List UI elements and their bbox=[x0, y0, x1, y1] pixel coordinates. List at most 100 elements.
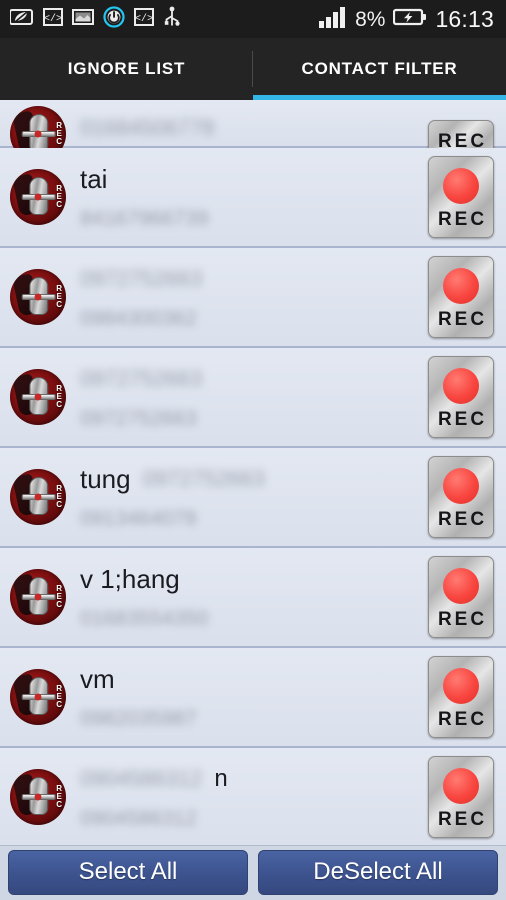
record-dot-icon bbox=[443, 368, 479, 404]
contact-row[interactable]: R E C 0972752663 0972752663 REC bbox=[0, 348, 506, 448]
contact-phone-secondary-redacted: 0972752663 bbox=[80, 407, 197, 430]
code-tag-icon: </> bbox=[43, 7, 63, 32]
battery-charging-icon bbox=[393, 7, 427, 32]
contact-primary-line: vm bbox=[80, 665, 418, 693]
microphone-dot-shape bbox=[34, 293, 42, 301]
select-all-button[interactable]: Select All bbox=[8, 849, 248, 895]
call-recorder-avatar: REC bbox=[10, 669, 66, 725]
microphone-dot-shape bbox=[34, 793, 42, 801]
bottom-action-bar: Select All DeSelect All bbox=[0, 845, 506, 900]
record-toggle-button[interactable]: REC bbox=[428, 656, 494, 738]
record-button-label: REC bbox=[437, 409, 488, 430]
signal-bars-icon bbox=[319, 6, 347, 33]
tab-ignore-list-label: IGNORE LIST bbox=[67, 59, 186, 78]
record-toggle-button[interactable]: REC bbox=[428, 156, 494, 238]
record-dot-icon bbox=[443, 568, 479, 604]
deselect-all-button[interactable]: DeSelect All bbox=[258, 849, 498, 895]
tab-ignore-list[interactable]: IGNORE LIST bbox=[0, 38, 253, 100]
contact-list[interactable]: R E C 01684506778 REC R E Ctai 84167966739 REC R E C… bbox=[0, 100, 506, 845]
contact-phone-primary-redacted: 01684506778 bbox=[80, 115, 215, 140]
avatar-rec-label: REC bbox=[56, 584, 62, 609]
record-dot-icon bbox=[443, 168, 479, 204]
call-recorder-avatar: REC bbox=[10, 569, 66, 625]
record-toggle-button[interactable]: REC bbox=[428, 556, 494, 638]
svg-text:</>: </> bbox=[44, 13, 62, 25]
screenshot-image-icon bbox=[72, 7, 94, 32]
contact-primary-line: 0904586312 n bbox=[80, 765, 418, 793]
contact-secondary-line: 0982035987 bbox=[80, 707, 418, 731]
contact-secondary-line: 0972752663 bbox=[80, 407, 418, 431]
contact-text-block: 01684506778 bbox=[80, 114, 418, 142]
avatar-rec-label: REC bbox=[56, 284, 62, 309]
contact-secondary-line: 01683554350 bbox=[80, 607, 418, 631]
record-dot-icon bbox=[443, 268, 479, 304]
contact-phone-primary-redacted: 0904586312 bbox=[80, 766, 203, 791]
microphone-dot-shape bbox=[34, 693, 42, 701]
microphone-dot-shape bbox=[34, 593, 42, 601]
record-button-label: REC bbox=[437, 609, 488, 630]
contact-row[interactable]: R E C tung 0972752663 0913464078 REC bbox=[0, 448, 506, 548]
contact-phone-secondary-redacted: 0984300362 bbox=[80, 307, 197, 330]
microphone-dot-shape bbox=[34, 493, 42, 501]
contact-text-block: vm 0982035987 bbox=[80, 663, 418, 731]
tab-contact-filter-label: CONTACT FILTER bbox=[301, 59, 458, 78]
contact-text-block: tung 0972752663 0913464078 bbox=[80, 463, 418, 531]
record-button-label: REC bbox=[437, 209, 488, 230]
contact-phone-primary-redacted: 0972752663 bbox=[142, 466, 265, 491]
status-bar-left-icons: </> </> bbox=[9, 5, 181, 33]
record-dot-icon bbox=[443, 768, 479, 804]
contact-row[interactable]: R E C 01684506778 REC bbox=[0, 100, 506, 162]
contact-text-block: v 1;hang 01683554350 bbox=[80, 563, 418, 631]
contact-row[interactable]: R E C 0904586312 n 0904586312 REC bbox=[0, 748, 506, 845]
contact-row[interactable]: REC v 1;hang 01683554350 REC bbox=[0, 548, 506, 648]
avatar-rec-label: REC bbox=[56, 121, 62, 146]
app-root: </> </> 8% 16:13 IGNORE LIST CONTACT FIL… bbox=[0, 0, 506, 900]
contact-name: tung bbox=[80, 464, 131, 494]
battery-percent-label: 8% bbox=[355, 7, 386, 31]
record-toggle-button[interactable]: REC bbox=[428, 756, 494, 838]
status-bar: </> </> 8% 16:13 bbox=[0, 0, 506, 38]
record-button-label: REC bbox=[437, 509, 488, 530]
call-recorder-avatar: REC bbox=[10, 269, 66, 325]
contact-phone-secondary-redacted: 0904586312 bbox=[80, 807, 197, 830]
call-recorder-avatar: REC bbox=[10, 369, 66, 425]
avatar-rec-label: REC bbox=[56, 484, 62, 509]
contact-name: v 1;hang bbox=[80, 564, 180, 594]
record-dot-icon bbox=[443, 668, 479, 704]
contact-name: tai bbox=[80, 164, 108, 194]
contact-primary-line: tai bbox=[80, 165, 418, 193]
call-recorder-avatar: REC bbox=[10, 169, 66, 225]
contact-phone-primary-redacted: 0972752663 bbox=[80, 266, 203, 291]
tab-contact-filter[interactable]: CONTACT FILTER bbox=[253, 38, 506, 100]
contact-phone-secondary-redacted: 01683554350 bbox=[80, 607, 209, 630]
record-button-label: REC bbox=[437, 309, 488, 330]
contact-name: vm bbox=[80, 664, 115, 694]
avatar-rec-label: REC bbox=[56, 684, 62, 709]
call-recorder-avatar: REC bbox=[10, 469, 66, 525]
avatar-rec-label: REC bbox=[56, 384, 62, 409]
avatar-rec-label: REC bbox=[56, 784, 62, 809]
contact-phone-primary-redacted: 0972752663 bbox=[80, 366, 203, 391]
contact-row[interactable]: R E C 0972752663 0984300362 REC bbox=[0, 248, 506, 348]
svg-text:</>: </> bbox=[135, 13, 153, 25]
clock-label: 16:13 bbox=[435, 5, 494, 32]
avatar-rec-label: REC bbox=[56, 184, 62, 209]
record-toggle-button[interactable]: REC bbox=[428, 256, 494, 338]
contact-primary-line: 0972752663 bbox=[80, 365, 418, 393]
record-toggle-button[interactable]: REC bbox=[428, 356, 494, 438]
record-button-label: REC bbox=[437, 809, 488, 830]
record-toggle-button[interactable]: REC bbox=[428, 456, 494, 538]
microphone-dot-shape bbox=[34, 193, 42, 201]
contact-secondary-line: 0984300362 bbox=[80, 307, 418, 331]
contact-primary-line: 0972752663 bbox=[80, 265, 418, 293]
contact-name-suffix: n bbox=[214, 765, 228, 792]
contact-secondary-line: 0913464078 bbox=[80, 507, 418, 531]
contact-row[interactable]: R E C vm 0982035987 REC bbox=[0, 648, 506, 748]
record-button-label: REC bbox=[437, 709, 488, 730]
contact-text-block: tai 84167966739 bbox=[80, 163, 418, 231]
contact-secondary-line: 84167966739 bbox=[80, 207, 418, 231]
usb-icon bbox=[163, 6, 181, 33]
power-usb-debug-icon bbox=[103, 5, 125, 33]
contact-primary-line: 01684506778 bbox=[80, 114, 418, 142]
contact-row[interactable]: R E C tai 84167966739 REC bbox=[0, 148, 506, 248]
